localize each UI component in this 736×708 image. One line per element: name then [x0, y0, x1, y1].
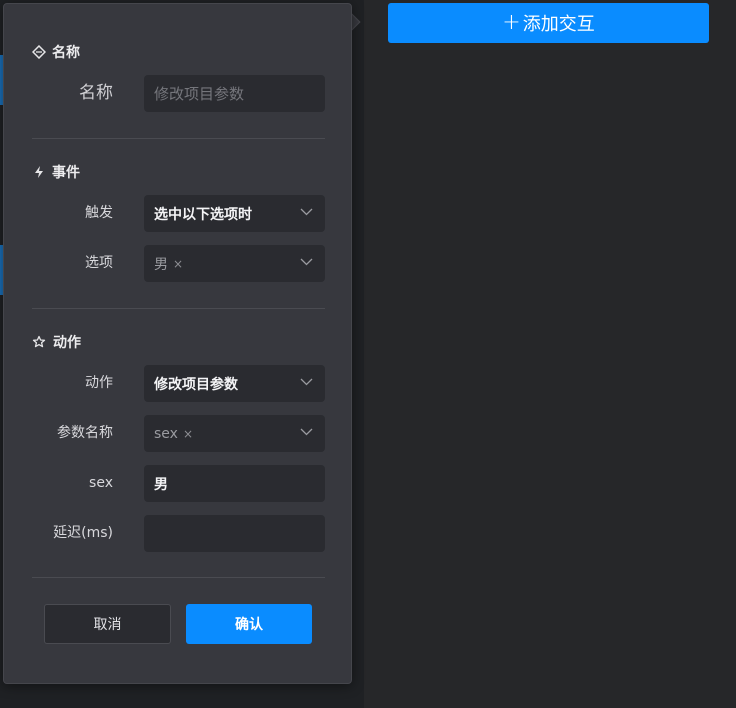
action-select[interactable]: 修改项目参数	[144, 365, 325, 402]
action-value: 修改项目参数	[154, 376, 238, 393]
param-name-tag-text: sex	[154, 425, 178, 442]
trigger-row: 触发 选中以下选项时	[4, 195, 353, 232]
option-label: 选项	[85, 255, 113, 271]
delay-row: 延迟(ms)	[4, 515, 353, 552]
layers-icon	[32, 45, 46, 59]
lightning-icon	[35, 166, 43, 178]
sex-row: sex 男	[4, 465, 353, 502]
divider	[32, 138, 325, 139]
delay-input[interactable]	[144, 515, 325, 552]
sex-value: 男	[154, 476, 168, 493]
add-interaction-button[interactable]: + 添加交互	[388, 3, 709, 43]
action-row: 动作 修改项目参数	[4, 365, 353, 402]
divider	[32, 577, 325, 578]
chevron-down-icon	[300, 378, 313, 386]
name-input[interactable]: 修改项目参数	[144, 75, 325, 112]
trigger-label: 触发	[85, 205, 113, 221]
chevron-down-icon	[300, 428, 313, 436]
confirm-button[interactable]: 确认	[186, 604, 312, 644]
section-action-title: 动作	[32, 332, 81, 352]
section-event-title: 事件	[32, 162, 80, 182]
close-icon[interactable]: ×	[183, 427, 193, 441]
close-icon[interactable]: ×	[173, 257, 183, 271]
action-label: 动作	[85, 375, 113, 391]
param-name-row: 参数名称 sex ×	[4, 415, 353, 452]
interaction-popover: 名称 名称 修改项目参数 事件 触发 选中以下选项时 选项 男 × 动作 动作 …	[3, 3, 352, 684]
param-name-tag: sex ×	[154, 426, 193, 442]
divider	[32, 308, 325, 309]
option-tag: 男 ×	[154, 254, 183, 274]
name-placeholder: 修改项目参数	[154, 85, 245, 103]
trigger-select[interactable]: 选中以下选项时	[144, 195, 325, 232]
option-tag-text: 男	[154, 256, 168, 273]
chevron-down-icon	[300, 258, 313, 266]
trigger-value: 选中以下选项时	[154, 206, 252, 223]
delay-label: 延迟(ms)	[53, 525, 113, 541]
name-row: 名称 修改项目参数	[4, 75, 353, 112]
section-name-title: 名称	[32, 42, 80, 62]
section-event-label: 事件	[52, 165, 80, 181]
add-interaction-label: 添加交互	[522, 14, 595, 35]
param-name-label: 参数名称	[57, 425, 113, 441]
sex-label: sex	[89, 475, 113, 491]
sex-input[interactable]: 男	[144, 465, 325, 502]
option-row: 选项 男 ×	[4, 245, 353, 282]
param-name-select[interactable]: sex ×	[144, 415, 325, 452]
star-hand-icon	[32, 335, 46, 348]
background-right-panel	[364, 0, 736, 708]
plus-icon: +	[502, 10, 521, 35]
name-label: 名称	[79, 83, 113, 103]
cancel-button[interactable]: 取消	[44, 604, 171, 644]
option-select[interactable]: 男 ×	[144, 245, 325, 282]
section-action-label: 动作	[53, 335, 81, 351]
chevron-down-icon	[300, 208, 313, 216]
section-name-label: 名称	[52, 45, 80, 61]
